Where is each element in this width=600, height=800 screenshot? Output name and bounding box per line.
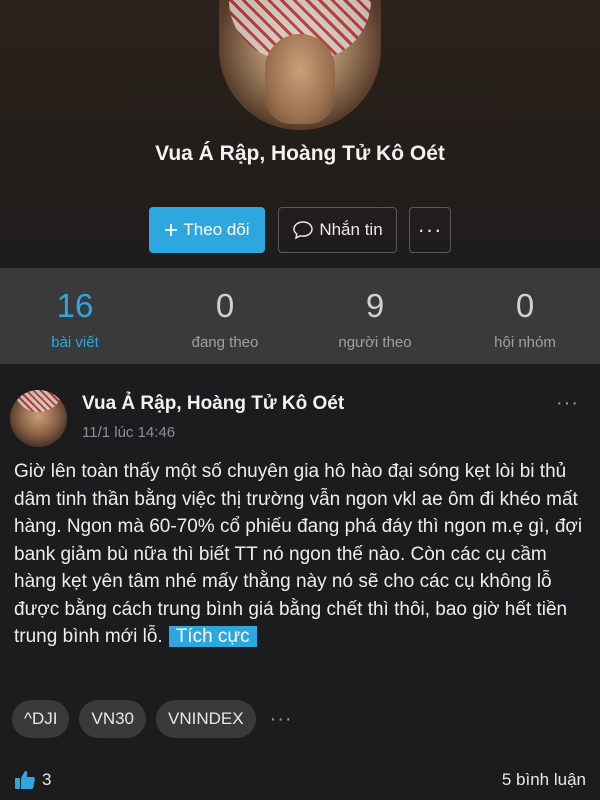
profile-name: Vua Á Rập, Hoàng Tử Kô Oét (155, 142, 445, 165)
stat-followers[interactable]: 9 người theo (300, 268, 450, 364)
profile-more-button[interactable]: ··· (409, 207, 451, 253)
plus-icon (164, 223, 178, 237)
post-more-button[interactable]: ··· (556, 392, 579, 415)
sentiment-badge: Tích cực (168, 626, 257, 647)
post-author-avatar[interactable] (10, 390, 67, 447)
ticker-tag[interactable]: VN30 (79, 700, 147, 738)
tags-more-button[interactable]: ··· (270, 708, 293, 731)
like-count: 3 (42, 770, 52, 789)
stat-value: 16 (56, 287, 94, 324)
post-text: Giờ lên toàn thấy một số chuyên gia hô h… (14, 461, 583, 647)
stat-following[interactable]: 0 đang theo (150, 268, 300, 364)
message-button[interactable]: Nhắn tin (278, 207, 397, 253)
thumbs-up-icon (14, 769, 36, 791)
comments-link[interactable]: 5 bình luận (502, 770, 586, 790)
like-button[interactable]: 3 (14, 769, 51, 791)
post-content: Giờ lên toàn thấy một số chuyên gia hô h… (14, 458, 590, 651)
post-card: Vua Ả Rập, Hoàng Tử Kô Oét 11/1 lúc 14:4… (0, 376, 600, 800)
stat-label: đang theo (191, 334, 259, 351)
more-icon: ··· (417, 217, 443, 242)
stat-label: bài viết (51, 334, 99, 351)
stat-groups[interactable]: 0 hội nhóm (450, 268, 600, 364)
stat-label: người theo (338, 334, 412, 351)
post-timestamp: 11/1 lúc 14:46 (82, 424, 176, 441)
avatar-face (265, 34, 335, 124)
ticker-tags: ^DJI VN30 VNINDEX ··· (12, 700, 293, 738)
profile-avatar[interactable] (219, 0, 381, 130)
avatar-headdress (14, 390, 63, 412)
follow-button[interactable]: Theo dõi (149, 207, 265, 253)
follow-label: Theo dõi (183, 220, 250, 239)
profile-stats: 16 bài viết 0 đang theo 9 người theo 0 h… (0, 268, 600, 364)
message-label: Nhắn tin (319, 220, 383, 239)
post-author-name[interactable]: Vua Ả Rập, Hoàng Tử Kô Oét (82, 393, 344, 415)
chat-bubble-icon (292, 220, 314, 240)
stat-value: 0 (215, 287, 235, 324)
stat-label: hội nhóm (494, 334, 556, 351)
stat-value: 0 (515, 287, 535, 324)
ticker-tag[interactable]: ^DJI (12, 700, 70, 738)
ticker-tag[interactable]: VNINDEX (156, 700, 256, 738)
stat-value: 9 (365, 287, 385, 324)
stat-posts[interactable]: 16 bài viết (0, 268, 150, 364)
profile-header: Vua Á Rập, Hoàng Tử Kô Oét Theo dõi Nhắn… (0, 0, 600, 268)
